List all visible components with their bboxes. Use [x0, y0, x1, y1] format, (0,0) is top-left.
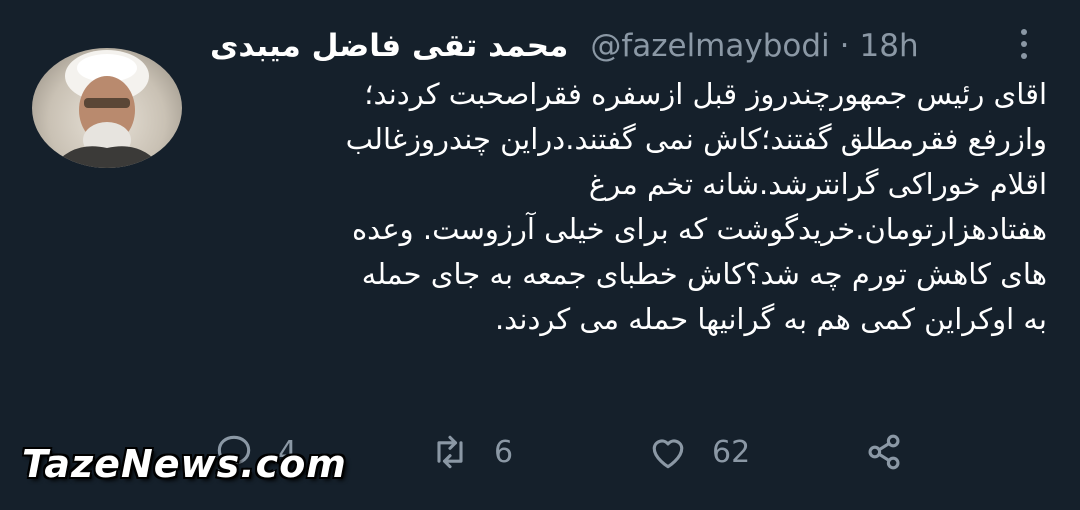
like-count: 62: [712, 434, 751, 470]
retweet-count: 6: [494, 434, 514, 470]
tweet-line: های کاهش تورم چه شد؟کاش خطبای جمعه به جا…: [361, 257, 1047, 291]
tweet-line: اقای رئیس جمهورچندروز قبل ازسفره فقراصحب…: [364, 77, 1047, 111]
like-button[interactable]: 62: [646, 425, 750, 479]
heart-icon: [652, 439, 684, 469]
site-watermark: TazeNews.com: [22, 442, 347, 486]
tweet-line: وازرفع فقرمطلق گفتند؛کاش نمی گفتند.دراین…: [345, 122, 1047, 156]
author-handle[interactable]: @fazelmaybodi: [590, 28, 829, 64]
tweet-line: هفتادهزارتومان.خریدگوشت که برای خیلی آرز…: [351, 212, 1047, 246]
retweet-icon: [437, 435, 463, 469]
tweet-header: محمد تقی فاضل میبدی @fazelmaybodi · 18h: [210, 22, 950, 70]
retweet-button[interactable]: 6: [428, 425, 513, 479]
header-separator: ·: [839, 28, 850, 64]
tweet-timestamp[interactable]: 18h: [860, 28, 919, 64]
tweet-line: اقلام خوراکی گرانترشد.شانه تخم مرغ: [588, 167, 1047, 201]
tweet-body: اقای رئیس جمهورچندروز قبل ازسفره فقراصحب…: [205, 72, 1047, 402]
author-name[interactable]: محمد تقی فاضل میبدی: [210, 28, 568, 64]
share-icon: [868, 434, 900, 470]
more-vertical-icon[interactable]: [1004, 22, 1044, 66]
tweet-line: به اوکراین کمی هم به گرانیها حمله می کرد…: [494, 302, 1047, 336]
share-button[interactable]: [862, 425, 906, 479]
avatar-portrait: [52, 50, 162, 168]
author-avatar[interactable]: [32, 48, 182, 168]
